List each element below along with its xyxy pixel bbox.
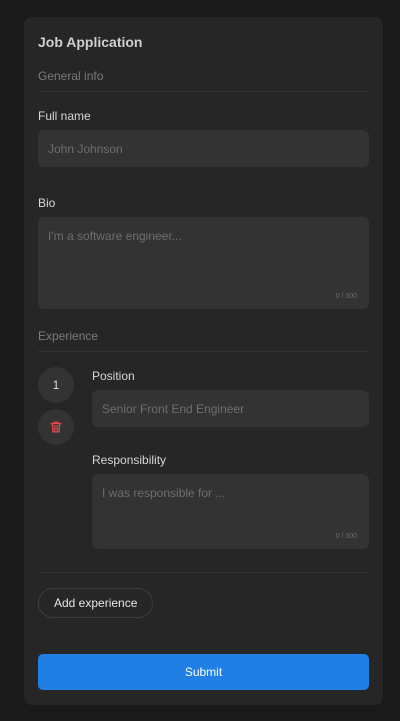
responsibility-character-counter: 0 / 300 [335, 533, 357, 540]
experience-end-divider [38, 572, 369, 573]
trash-icon [49, 420, 63, 434]
bio-textarea[interactable] [38, 217, 369, 309]
full-name-label: Full name [38, 109, 91, 123]
delete-experience-button[interactable] [38, 409, 74, 445]
experience-number-badge: 1 [38, 367, 74, 403]
form-title: Job Application [38, 34, 143, 50]
experience-section-label: Experience [38, 329, 99, 343]
bio-character-counter: 0 / 300 [335, 293, 357, 300]
full-name-input[interactable] [38, 130, 369, 167]
add-experience-button[interactable]: Add experience [38, 588, 154, 618]
experience-number: 1 [52, 378, 60, 392]
general-info-section-label: General info [38, 69, 104, 83]
position-label: Position [92, 369, 135, 383]
bio-label: Bio [38, 196, 56, 210]
responsibility-textarea[interactable] [92, 474, 369, 549]
experience-divider [38, 351, 369, 352]
job-application-form: Job Application General info Full name B… [24, 17, 383, 705]
position-input[interactable] [92, 390, 369, 427]
responsibility-label: Responsibility [92, 453, 167, 467]
submit-button[interactable]: Submit [38, 654, 369, 690]
general-info-divider [38, 91, 369, 92]
